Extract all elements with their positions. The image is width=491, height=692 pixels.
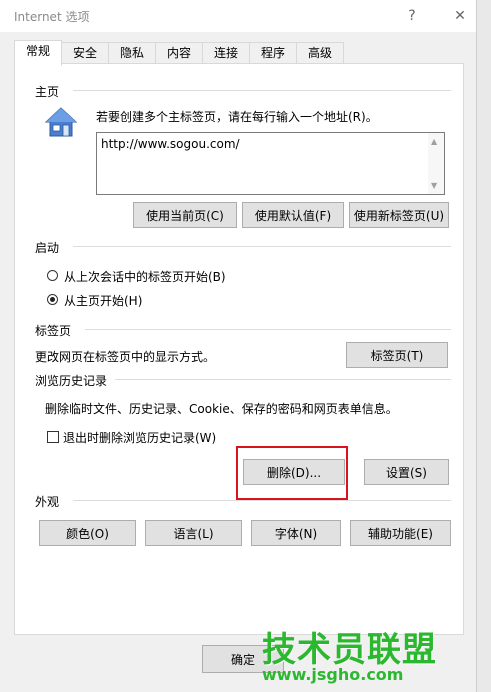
window-title: Internet 选项 (14, 10, 90, 24)
tabs-settings-button[interactable]: 标签页(T) (346, 342, 448, 368)
history-section-title: 浏览历史记录 (35, 374, 108, 388)
colors-button[interactable]: 颜色(O) (39, 520, 136, 546)
tab-security[interactable]: 安全 (61, 42, 109, 64)
delete-button-highlight-box (236, 446, 348, 500)
tab-general[interactable]: 常规 (14, 40, 62, 66)
delete-on-exit-label: 退出时删除浏览历史记录(W) (63, 431, 217, 445)
help-button[interactable]: ? (398, 4, 426, 28)
tabs-section-title: 标签页 (35, 324, 72, 338)
scroll-down-icon[interactable]: ▼ (431, 181, 437, 190)
startup-divider (73, 246, 451, 247)
radio-start-home-page-label: 从主页开始(H) (64, 294, 143, 308)
use-default-button[interactable]: 使用默认值(F) (242, 202, 344, 228)
delete-on-exit-checkbox[interactable] (47, 431, 59, 443)
tabs-description: 更改网页在标签页中的显示方式。 (35, 350, 216, 364)
tab-advanced[interactable]: 高级 (296, 42, 344, 64)
use-current-page-button[interactable]: 使用当前页(C) (133, 202, 237, 228)
use-new-tab-button[interactable]: 使用新标签页(U) (349, 202, 449, 228)
title-bar: Internet 选项 ? ✕ (0, 0, 476, 32)
home-page-url-textarea[interactable]: http://www.sogou.com/ ▲ ▼ (96, 132, 445, 195)
textarea-scrollbar[interactable]: ▲ ▼ (428, 133, 444, 194)
tab-connections[interactable]: 连接 (202, 42, 250, 64)
history-description: 删除临时文件、历史记录、Cookie、保存的密码和网页表单信息。 (45, 402, 398, 416)
radio-start-last-session[interactable] (47, 270, 58, 281)
radio-start-last-session-label: 从上次会话中的标签页开始(B) (64, 270, 226, 284)
radio-start-home-page[interactable] (47, 294, 58, 305)
house-icon (44, 107, 78, 137)
tab-privacy[interactable]: 隐私 (108, 42, 156, 64)
home-instruction: 若要创建多个主标签页，请在每行输入一个地址(R)。 (96, 110, 378, 124)
close-button[interactable]: ✕ (446, 4, 474, 28)
general-tab-panel: 主页 若要创建多个主标签页，请在每行输入一个地址(R)。 http://www.… (14, 63, 464, 635)
languages-button[interactable]: 语言(L) (145, 520, 242, 546)
tabs-divider (85, 329, 451, 330)
scroll-up-icon[interactable]: ▲ (431, 137, 437, 146)
home-divider (73, 90, 451, 91)
tab-content[interactable]: 内容 (155, 42, 203, 64)
home-section-title: 主页 (35, 85, 60, 99)
watermark-url: www.jsgho.com (262, 665, 404, 684)
history-divider (115, 379, 451, 380)
appearance-section-title: 外观 (35, 495, 60, 509)
startup-section-title: 启动 (35, 241, 60, 255)
fonts-button[interactable]: 字体(N) (251, 520, 341, 546)
appearance-divider (73, 500, 451, 501)
history-settings-button[interactable]: 设置(S) (364, 459, 449, 485)
tab-programs[interactable]: 程序 (249, 42, 297, 64)
internet-options-window: Internet 选项 ? ✕ 常规 安全 隐私 内容 连接 程序 高级 主页 … (0, 0, 477, 692)
watermark-logo: 技术员联盟 (262, 630, 437, 670)
accessibility-button[interactable]: 辅助功能(E) (350, 520, 451, 546)
home-page-url-value: http://www.sogou.com/ (101, 137, 240, 151)
